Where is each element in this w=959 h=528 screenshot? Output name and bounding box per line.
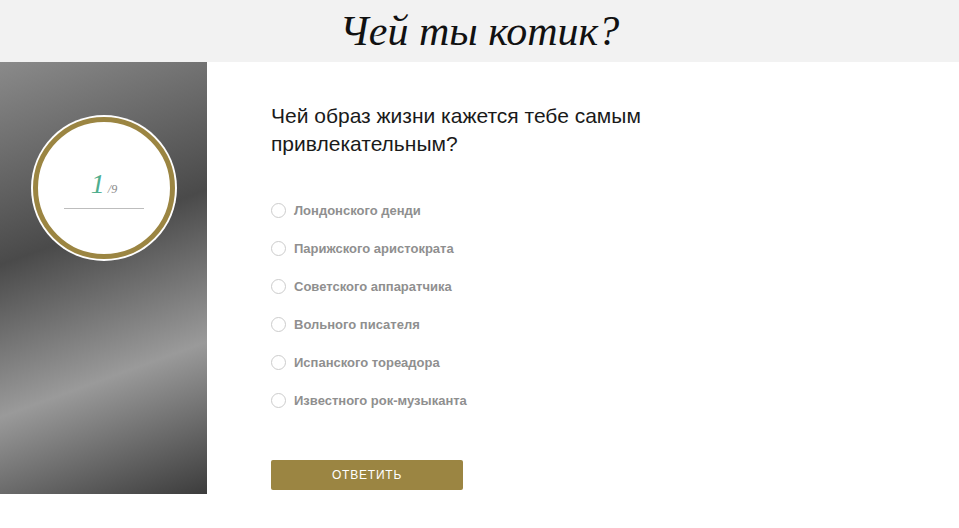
progress-total: /9: [108, 182, 117, 197]
header: Чей ты котик?: [0, 0, 959, 62]
answer-button[interactable]: ОТВЕТИТЬ: [271, 460, 463, 490]
progress-badge: 1/9: [33, 117, 175, 259]
progress-counter: 1/9: [91, 168, 117, 208]
progress-current: 1: [91, 168, 105, 200]
option-item[interactable]: Советского аппаратчика: [271, 267, 467, 305]
radio-icon[interactable]: [271, 355, 286, 370]
radio-icon[interactable]: [271, 279, 286, 294]
radio-icon[interactable]: [271, 241, 286, 256]
option-item[interactable]: Вольного писателя: [271, 305, 467, 343]
option-item[interactable]: Известного рок-музыканта: [271, 381, 467, 419]
option-label[interactable]: Испанского тореадора: [294, 355, 440, 370]
options-list: Лондонского денди Парижского аристократа С…: [271, 191, 467, 419]
question-text: Чей образ жизни кажется тебе самым привл…: [271, 102, 651, 158]
option-label[interactable]: Советского аппаратчика: [294, 279, 452, 294]
quiz-body: 1/9 Чей образ жизни кажется тебе самым пр…: [0, 62, 959, 494]
option-item[interactable]: Парижского аристократа: [271, 229, 467, 267]
radio-icon[interactable]: [271, 203, 286, 218]
quiz-page: Чей ты котик? 1/9 Чей образ жизни кажется …: [0, 0, 959, 528]
option-label[interactable]: Вольного писателя: [294, 317, 420, 332]
radio-icon[interactable]: [271, 393, 286, 408]
option-label[interactable]: Лондонского денди: [294, 203, 421, 218]
option-label[interactable]: Парижского аристократа: [294, 241, 454, 256]
progress-line: [64, 208, 144, 209]
photo: 1/9: [0, 62, 207, 494]
option-label[interactable]: Известного рок-музыканта: [294, 393, 467, 408]
page-title: Чей ты котик?: [340, 6, 619, 56]
question-panel: Чей образ жизни кажется тебе самым привл…: [207, 62, 651, 494]
option-item[interactable]: Лондонского денди: [271, 191, 467, 229]
option-item[interactable]: Испанского тореадора: [271, 343, 467, 381]
radio-icon[interactable]: [271, 317, 286, 332]
